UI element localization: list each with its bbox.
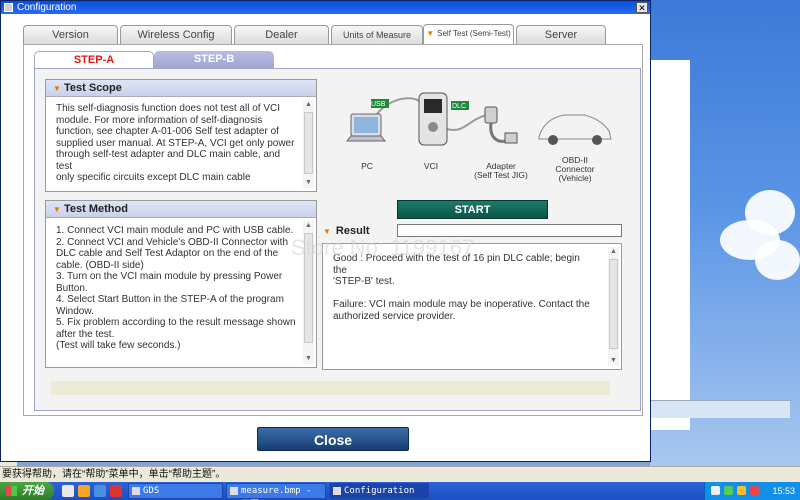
paint-horizontal-scrollbar[interactable] (650, 400, 790, 418)
quicklaunch-icon[interactable] (94, 485, 106, 497)
tab-dealer[interactable]: Dealer (234, 25, 329, 44)
test-method-box: ▼ Test Method 1. Connect VCI main module… (45, 200, 317, 368)
paint-canvas-edge (650, 60, 690, 430)
pc-laptop-icon (345, 113, 387, 142)
cloud-shape (745, 190, 795, 235)
scroll-down-icon[interactable]: ▼ (303, 178, 314, 188)
clock: 15:53 (772, 486, 795, 496)
dlc-cable (446, 114, 488, 131)
test-scope-header: ▼ Test Scope (46, 80, 316, 97)
selected-triangle-icon: ▼ (426, 29, 435, 38)
result-scrollbar[interactable]: ▲ ▼ (608, 247, 619, 366)
system-tray: 15:53 (704, 482, 800, 500)
tab-units-of-measure[interactable]: Units of Measure (331, 25, 423, 44)
tray-icon[interactable] (724, 486, 733, 495)
cloud-shape (755, 240, 800, 280)
tab-strip: Version Wireless Config Dealer Units of … (23, 24, 643, 44)
scroll-up-icon[interactable]: ▲ (303, 221, 314, 231)
status-bar: 要获得帮助，请在“帮助”菜单中，单击“帮助主题”。 (0, 466, 800, 482)
window-title: Configuration (17, 2, 77, 13)
quicklaunch-icon[interactable] (78, 485, 90, 497)
pc-label: PC (361, 161, 373, 171)
test-scope-box: ▼ Test Scope This self-diagnosis functio… (45, 79, 317, 192)
window-close-icon[interactable]: ✕ (636, 2, 648, 13)
title-bar[interactable]: Configuration ✕ (1, 1, 650, 14)
app-icon (132, 487, 140, 495)
close-button[interactable]: Close (257, 427, 409, 451)
connector-label: OBD-II Connector (Vehicle) (555, 155, 595, 183)
configuration-window: Configuration ✕ Version Wireless Config … (0, 0, 651, 462)
section-triangle-icon: ▼ (53, 84, 61, 93)
scroll-down-icon[interactable]: ▼ (608, 356, 619, 366)
windows-flag-icon (6, 486, 17, 496)
adapter-label: Adapter (Self Test JIG) (474, 161, 528, 180)
store-watermark: Store No: 1199167 (291, 235, 475, 260)
taskbar: 开始 GDS measure.bmp - 画图 Configuration 15… (0, 482, 800, 500)
usb-tag-label: USB (371, 101, 386, 108)
start-button-taskbar[interactable]: 开始 (0, 482, 54, 500)
scroll-thumb[interactable] (304, 112, 313, 174)
vci-module-icon (418, 92, 448, 146)
quicklaunch-icon[interactable] (62, 485, 74, 497)
scroll-down-icon[interactable]: ▼ (303, 354, 314, 364)
quicklaunch-icon[interactable] (110, 485, 122, 497)
scroll-thumb[interactable] (609, 259, 618, 349)
tab-step-a[interactable]: STEP-A (34, 51, 154, 68)
test-method-header: ▼ Test Method (46, 201, 316, 218)
tray-icon[interactable] (711, 486, 720, 495)
adapter-icon (484, 106, 518, 144)
vci-label: VCI (423, 161, 439, 171)
test-scope-text: This self-diagnosis function does not te… (56, 103, 295, 183)
tray-icon[interactable] (737, 486, 746, 495)
section-triangle-icon: ▼ (53, 205, 61, 214)
task-gds[interactable]: GDS (128, 483, 223, 499)
progress-strip (51, 381, 610, 395)
scroll-up-icon[interactable]: ▲ (303, 100, 314, 110)
tab-self-test[interactable]: ▼ Self Test (Semi-Test) (423, 24, 514, 44)
result-box: Good : Proceed with the test of 16 pin D… (322, 243, 622, 370)
dlc-tag-label: DLC (452, 103, 467, 110)
tab-wireless-config[interactable]: Wireless Config (120, 25, 232, 44)
test-method-title: Test Method (64, 203, 128, 215)
app-icon (230, 487, 238, 495)
tab-step-b[interactable]: STEP-B (154, 51, 274, 68)
task-configuration[interactable]: Configuration (329, 483, 429, 499)
start-button[interactable]: START (397, 200, 548, 219)
tray-icon[interactable] (750, 486, 759, 495)
test-method-text: 1. Connect VCI main module and PC with U… (56, 225, 296, 351)
test-scope-scrollbar[interactable]: ▲ ▼ (303, 100, 314, 188)
app-icon (4, 3, 13, 12)
scroll-up-icon[interactable]: ▲ (608, 247, 619, 257)
tab-version[interactable]: Version (23, 25, 118, 44)
tab-server[interactable]: Server (516, 25, 606, 44)
test-scope-title: Test Scope (64, 82, 122, 94)
app-icon (333, 487, 341, 495)
task-paint[interactable]: measure.bmp - 画图 (226, 483, 326, 499)
vehicle-car-icon (538, 114, 612, 145)
